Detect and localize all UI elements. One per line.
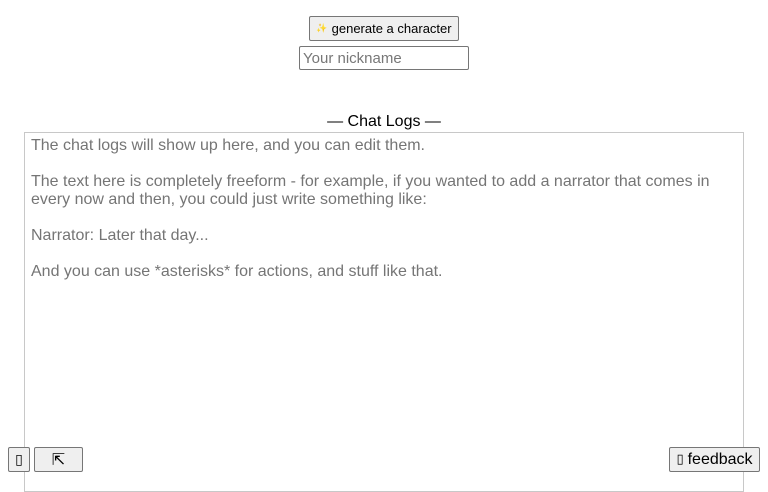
chat-log-line: Narrator: Later that day... <box>31 227 209 244</box>
chat-log-line: The text here is completely freeform - f… <box>31 173 710 208</box>
arrow-up-left-icon: ⇱ <box>51 450 66 469</box>
sparkle-icon: ✨ <box>316 23 328 34</box>
feedback-icon: ▯ <box>676 452 684 467</box>
feedback-label: feedback <box>687 450 753 468</box>
unknown-glyph-button[interactable]: ▯ <box>8 447 30 472</box>
nickname-input[interactable] <box>299 46 469 70</box>
generate-character-button[interactable]: ✨ generate a character <box>309 16 459 41</box>
generate-character-label: generate a character <box>331 21 452 36</box>
feedback-button[interactable]: ▯ feedback <box>669 447 760 472</box>
chat-log-line: The chat logs will show up here, and you… <box>31 137 425 154</box>
unknown-glyph-icon: ▯ <box>15 451 23 468</box>
arrow-up-left-button[interactable]: ⇱ <box>34 447 83 472</box>
chat-log-line: And you can use *asterisks* for actions,… <box>31 263 443 280</box>
chat-logs-textarea[interactable]: The chat logs will show up here, and you… <box>24 132 744 492</box>
chat-logs-heading: — Chat Logs — <box>327 113 441 130</box>
